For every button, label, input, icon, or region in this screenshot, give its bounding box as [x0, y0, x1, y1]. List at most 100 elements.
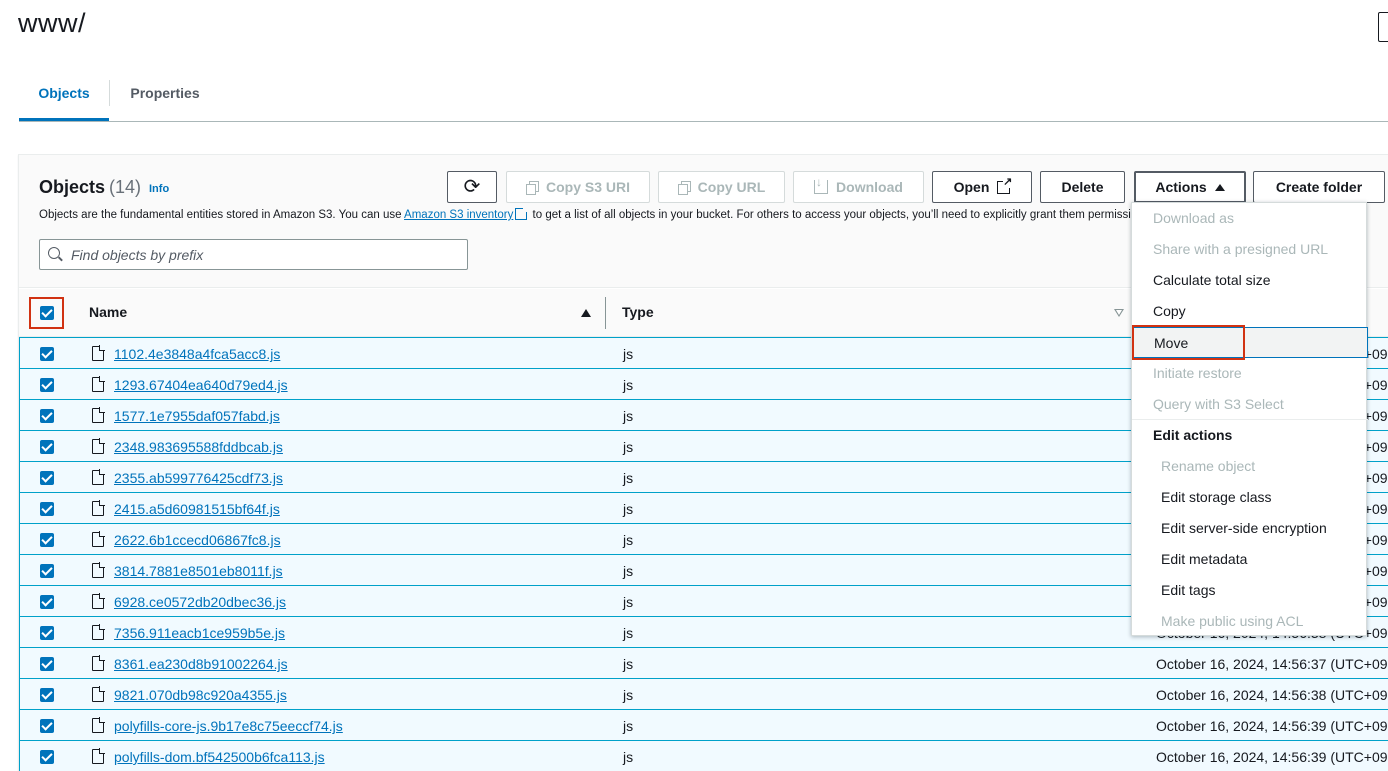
row-checkbox[interactable]: [40, 347, 54, 361]
column-header-name[interactable]: Name: [89, 304, 127, 320]
page-title: www/: [18, 8, 86, 38]
tab-divider: [109, 80, 110, 106]
object-name-link[interactable]: 1293.67404ea640d79ed4.js: [114, 377, 288, 393]
object-name-link[interactable]: 2622.6b1ccecd06867fc8.js: [114, 532, 281, 548]
caret-up-icon: [1214, 183, 1225, 191]
menu-item-rename-object[interactable]: Rename object: [1132, 451, 1368, 482]
menu-item-share-presigned-url[interactable]: Share with a presigned URL: [1132, 234, 1368, 265]
create-folder-label: Create folder: [1275, 179, 1363, 195]
info-link[interactable]: Info: [149, 183, 169, 195]
object-name-link[interactable]: 2348.983695588fddbcab.js: [114, 439, 283, 455]
open-button[interactable]: Open: [932, 171, 1032, 203]
row-checkbox[interactable]: [40, 409, 54, 423]
object-type: js: [623, 563, 634, 579]
menu-item-copy[interactable]: Copy: [1132, 296, 1368, 327]
table-row[interactable]: polyfills-dom.bf542500b6fca113.js js Octob…: [19, 740, 1388, 771]
actions-dropdown-menu: Download as Share with a presigned URL C…: [1131, 202, 1368, 637]
row-checkbox[interactable]: [40, 657, 54, 671]
menu-item-edit-encryption[interactable]: Edit server-side encryption: [1132, 513, 1368, 544]
actions-button[interactable]: Actions: [1134, 171, 1246, 203]
row-checkbox[interactable]: [40, 378, 54, 392]
object-name-link[interactable]: 2415.a5d60981515bf64f.js: [114, 501, 280, 517]
actions-label: Actions: [1155, 179, 1207, 195]
row-checkbox[interactable]: [40, 626, 54, 640]
object-type: js: [623, 439, 634, 455]
row-checkbox[interactable]: [40, 533, 54, 547]
table-row[interactable]: polyfills-core-js.9b17e8c75eeccf74.js js O…: [19, 709, 1388, 741]
object-type: js: [623, 687, 634, 703]
object-type: js: [623, 501, 634, 517]
menu-item-calculate-total-size[interactable]: Calculate total size: [1132, 265, 1368, 296]
menu-item-download-as[interactable]: Download as: [1132, 203, 1368, 234]
select-all-checkbox[interactable]: [40, 306, 54, 320]
select-all-highlight: [29, 297, 64, 329]
open-label: Open: [953, 179, 990, 195]
object-last-modified: October 16, 2024, 14:56:38 (UTC+09:00): [1156, 687, 1388, 703]
object-name-link[interactable]: polyfills-dom.bf542500b6fca113.js: [114, 749, 325, 765]
objects-heading: Objects (14): [39, 177, 141, 198]
search-box: [39, 239, 468, 270]
file-icon: [92, 562, 105, 578]
copy-url-label: Copy URL: [697, 179, 766, 195]
objects-description: Objects are the fundamental entities sto…: [39, 208, 1134, 221]
copy-s3-uri-button[interactable]: Copy S3 URI: [506, 171, 650, 203]
column-resizer[interactable]: [605, 297, 606, 329]
download-button[interactable]: Download: [793, 171, 924, 203]
menu-item-query-s3-select[interactable]: Query with S3 Select: [1132, 389, 1368, 420]
top-right-button-edge[interactable]: [1378, 12, 1388, 42]
sort-ascending-icon[interactable]: [581, 309, 591, 317]
row-checkbox[interactable]: [40, 750, 54, 764]
object-type: js: [623, 408, 634, 424]
object-name-link[interactable]: 2355.ab599776425cdf73.js: [114, 470, 283, 486]
row-checkbox[interactable]: [40, 719, 54, 733]
file-icon: [92, 593, 105, 609]
sort-descending-icon[interactable]: [1114, 309, 1124, 317]
column-header-type[interactable]: Type: [622, 304, 654, 320]
s3-inventory-link[interactable]: Amazon S3 inventory: [404, 209, 513, 221]
tab-properties[interactable]: Properties: [111, 74, 219, 121]
menu-item-make-public-acl[interactable]: Make public using ACL: [1132, 606, 1368, 637]
file-icon: [92, 500, 105, 516]
download-icon: [814, 176, 829, 194]
file-icon: [92, 407, 105, 423]
object-name-link[interactable]: 6928.ce0572db20dbec36.js: [114, 594, 286, 610]
external-link-icon: [515, 208, 529, 220]
table-row[interactable]: 9821.070db98c920a4355.js js October 16, 20…: [19, 678, 1388, 710]
copy-url-button[interactable]: Copy URL: [658, 171, 785, 203]
object-name-link[interactable]: 9821.070db98c920a4355.js: [114, 687, 287, 703]
search-input[interactable]: [71, 245, 461, 265]
object-name-link[interactable]: 1102.4e3848a4fca5acc8.js: [114, 346, 280, 362]
tab-objects[interactable]: Objects: [19, 74, 109, 121]
object-last-modified: October 16, 2024, 14:56:37 (UTC+09:00): [1156, 656, 1388, 672]
object-type: js: [623, 625, 634, 641]
row-checkbox[interactable]: [40, 595, 54, 609]
menu-item-edit-metadata[interactable]: Edit metadata: [1132, 544, 1368, 575]
file-icon: [92, 469, 105, 485]
object-last-modified: October 16, 2024, 14:56:39 (UTC+09:00): [1156, 718, 1388, 734]
menu-item-initiate-restore[interactable]: Initiate restore: [1132, 358, 1368, 389]
object-name-link[interactable]: 1577.1e7955daf057fabd.js: [114, 408, 280, 424]
row-checkbox[interactable]: [40, 440, 54, 454]
menu-item-edit-storage-class[interactable]: Edit storage class: [1132, 482, 1368, 513]
file-icon: [92, 438, 105, 454]
row-checkbox[interactable]: [40, 688, 54, 702]
table-row[interactable]: 8361.ea230d8b91002264.js js October 16, 20…: [19, 647, 1388, 679]
object-name-link[interactable]: 7356.911eacb1ce959b5e.js: [114, 625, 285, 641]
row-checkbox[interactable]: [40, 502, 54, 516]
objects-heading-label: Objects: [39, 177, 106, 197]
object-name-link[interactable]: 3814.7881e8501eb8011f.js: [114, 563, 283, 579]
row-checkbox[interactable]: [40, 564, 54, 578]
search-icon: [48, 247, 60, 259]
create-folder-button[interactable]: Create folder: [1253, 171, 1385, 203]
object-type: js: [623, 656, 634, 672]
menu-item-edit-tags[interactable]: Edit tags: [1132, 575, 1368, 606]
description-text-pre: Objects are the fundamental entities sto…: [39, 209, 405, 221]
menu-group-edit-actions: Edit actions: [1153, 427, 1233, 443]
delete-label: Delete: [1061, 179, 1104, 195]
file-icon: [92, 531, 105, 547]
object-name-link[interactable]: 8361.ea230d8b91002264.js: [114, 656, 288, 672]
refresh-button[interactable]: ⟳: [447, 171, 497, 203]
delete-button[interactable]: Delete: [1040, 171, 1125, 203]
row-checkbox[interactable]: [40, 471, 54, 485]
object-name-link[interactable]: polyfills-core-js.9b17e8c75eeccf74.js: [114, 718, 343, 734]
